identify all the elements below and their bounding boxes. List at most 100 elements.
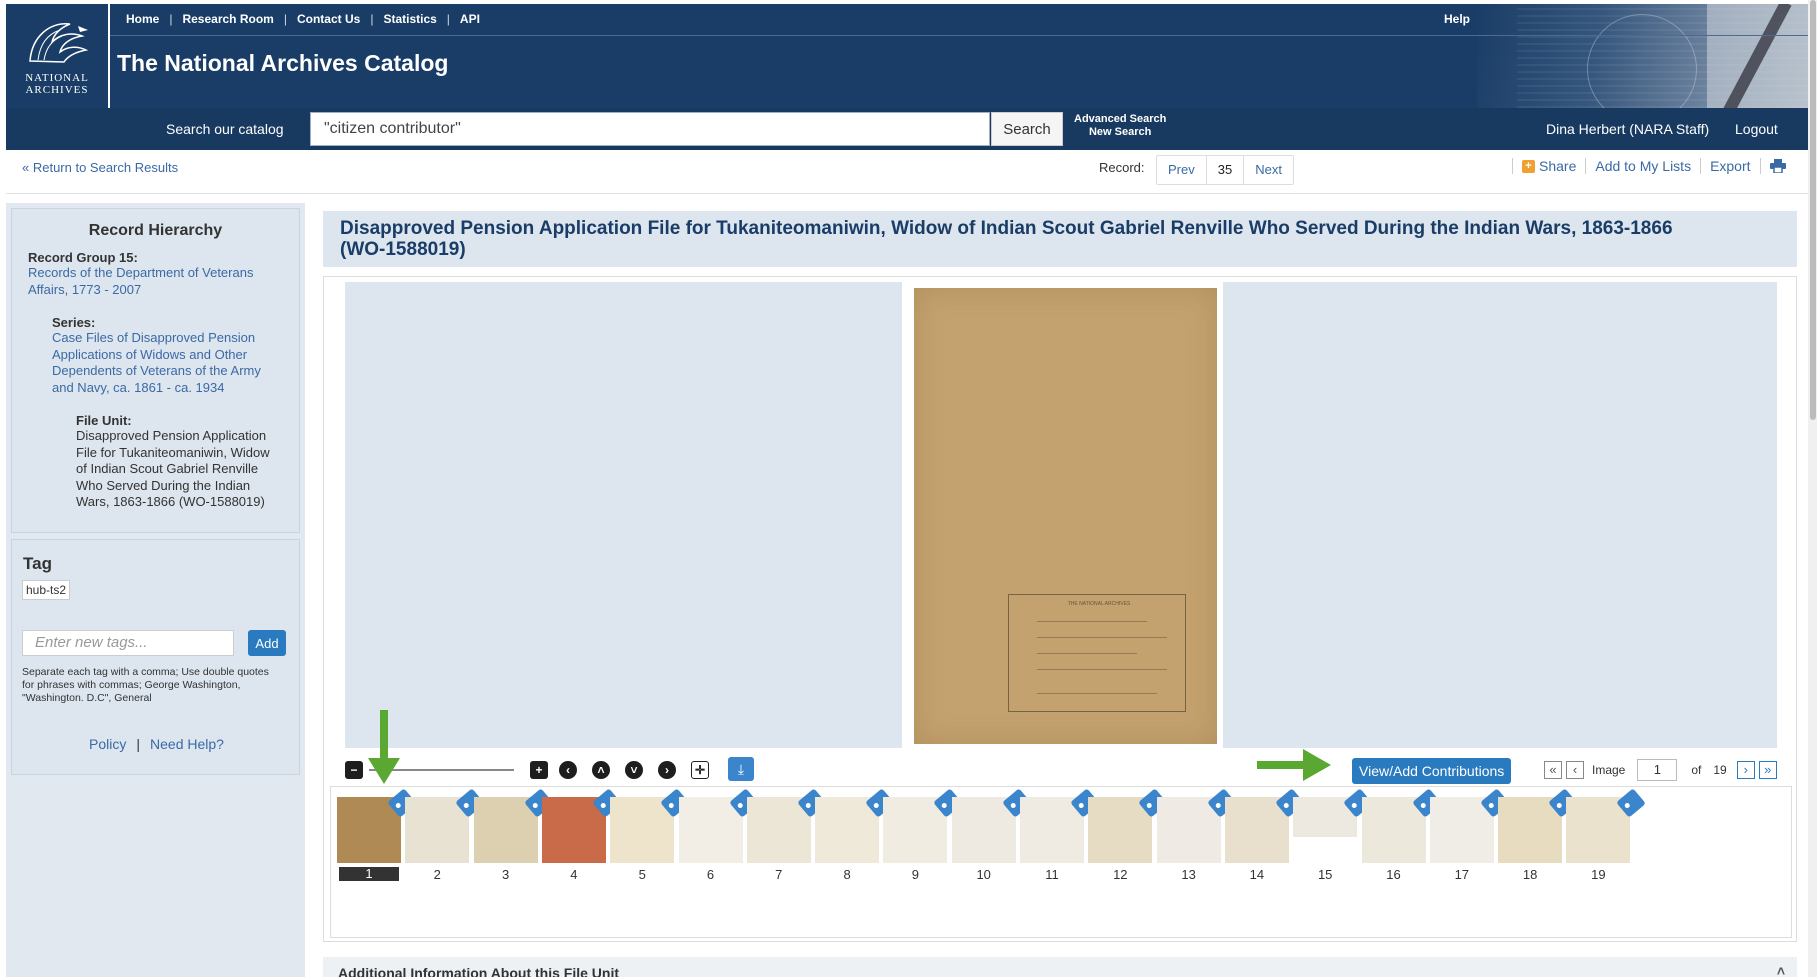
share-link[interactable]: Share bbox=[1539, 158, 1576, 174]
download-icon[interactable]: ⤓ bbox=[728, 757, 754, 781]
new-tag-input[interactable]: Enter new tags... bbox=[22, 630, 234, 656]
thumbnail-image[interactable] bbox=[337, 788, 417, 863]
fit-screen-icon[interactable]: ✛ bbox=[691, 761, 709, 779]
next-record-button[interactable]: Next bbox=[1244, 156, 1293, 184]
zoom-in-icon[interactable]: + bbox=[530, 761, 548, 779]
series-link[interactable]: Case Files of Disapproved Pension Applic… bbox=[52, 330, 299, 396]
prev-record-button[interactable]: Prev bbox=[1157, 156, 1207, 184]
policy-link[interactable]: Policy bbox=[89, 736, 126, 752]
thumbnail-image[interactable] bbox=[541, 788, 622, 863]
thumbnail-image[interactable] bbox=[405, 788, 486, 863]
advanced-search-link[interactable]: Advanced Search bbox=[1074, 113, 1166, 126]
action-divider bbox=[1512, 158, 1513, 174]
thumbnail-image[interactable] bbox=[815, 788, 895, 863]
last-image-icon[interactable]: » bbox=[1758, 761, 1777, 779]
thumbnail-image[interactable] bbox=[610, 788, 691, 863]
thumbnail-number[interactable]: 13 bbox=[1159, 867, 1219, 882]
document-image[interactable]: THE NATIONAL ARCHIVES bbox=[914, 288, 1217, 744]
rotate-left-icon[interactable]: ‹ bbox=[559, 761, 577, 779]
thumbnail-image[interactable] bbox=[1429, 788, 1510, 863]
help-link[interactable]: Help bbox=[1444, 12, 1470, 26]
add-to-my-lists-link[interactable]: Add to My Lists bbox=[1595, 158, 1691, 174]
thumbnail-number[interactable]: 2 bbox=[407, 867, 467, 882]
tag-help-line: for phrases with commas; George Washingt… bbox=[22, 679, 241, 691]
rotate-right-icon[interactable]: › bbox=[658, 761, 676, 779]
thumbnail-number[interactable]: 11 bbox=[1022, 867, 1082, 882]
arrow-up-icon[interactable]: ˄ bbox=[592, 761, 610, 779]
thumbnail-number[interactable]: 14 bbox=[1227, 867, 1287, 882]
thumbnail-image[interactable] bbox=[1088, 788, 1169, 863]
nav-home[interactable]: Home bbox=[116, 12, 169, 26]
thumbnail-number[interactable]: 19 bbox=[1568, 867, 1628, 882]
additional-info-header[interactable]: Additional Information About this File U… bbox=[323, 957, 1797, 977]
thumbnail-number[interactable]: 12 bbox=[1090, 867, 1150, 882]
thumbnail-image[interactable] bbox=[951, 788, 1032, 863]
logo-text-national: NATIONAL bbox=[25, 72, 89, 84]
search-bar: Search our catalog "citizen contributor"… bbox=[6, 108, 1817, 150]
next-image-icon[interactable]: › bbox=[1736, 761, 1755, 779]
user-name[interactable]: Dina Herbert (NARA Staff) bbox=[1546, 121, 1709, 137]
prev-image-icon[interactable]: ‹ bbox=[1566, 761, 1584, 779]
thumbnail-number[interactable]: 10 bbox=[954, 867, 1014, 882]
thumbnail-number[interactable]: 4 bbox=[544, 867, 604, 882]
record-title-line: (WO-1588019) bbox=[340, 239, 466, 260]
thumbnail-image[interactable] bbox=[746, 788, 827, 863]
thumbnail-number[interactable]: 16 bbox=[1364, 867, 1424, 882]
nav-statistics[interactable]: Statistics bbox=[373, 12, 446, 26]
view-add-contributions-button[interactable]: View/Add Contributions bbox=[1352, 758, 1512, 784]
thumbnail-image[interactable] bbox=[1293, 788, 1374, 837]
new-search-link[interactable]: New Search bbox=[1074, 126, 1166, 139]
record-group-line: Affairs, 1773 - 2007 bbox=[28, 281, 142, 297]
thumbnail-image[interactable] bbox=[473, 788, 554, 863]
thumbnail-number[interactable]: 17 bbox=[1432, 867, 1492, 882]
series-line: Applications of Widows and Other bbox=[52, 346, 248, 362]
site-title[interactable]: The National Archives Catalog bbox=[117, 50, 448, 77]
thumbnail-number[interactable]: 9 bbox=[885, 867, 945, 882]
add-tag-button[interactable]: Add bbox=[248, 630, 286, 656]
viewer-stage[interactable]: THE NATIONAL ARCHIVES bbox=[345, 282, 1777, 748]
thumbnail-image[interactable] bbox=[1020, 788, 1100, 863]
scrollbar-thumb[interactable] bbox=[1810, 0, 1816, 420]
thumbnail-image[interactable] bbox=[1566, 788, 1647, 863]
arrow-down-icon[interactable]: ˅ bbox=[625, 761, 643, 779]
viewer-toolbar: − + ‹ ˄ ˅ › ✛ ⤓ View/Add Contributions «… bbox=[345, 755, 1777, 789]
need-help-link[interactable]: Need Help? bbox=[150, 736, 224, 752]
zoom-out-icon[interactable]: − bbox=[345, 761, 363, 779]
logout-link[interactable]: Logout bbox=[1735, 121, 1778, 137]
thumbnail-number[interactable]: 8 bbox=[817, 867, 877, 882]
nav-api[interactable]: API bbox=[450, 12, 490, 26]
thumbnail-image[interactable] bbox=[1498, 788, 1578, 863]
thumbnail-number[interactable]: 1 bbox=[339, 867, 399, 881]
thumbnail-image[interactable] bbox=[1361, 788, 1442, 863]
nav-research-room[interactable]: Research Room bbox=[172, 12, 283, 26]
nav-contact-us[interactable]: Contact Us bbox=[287, 12, 370, 26]
export-link[interactable]: Export bbox=[1710, 158, 1750, 174]
image-number-input[interactable]: 1 bbox=[1637, 759, 1678, 781]
return-to-results-link[interactable]: « Return to Search Results bbox=[22, 160, 178, 175]
first-image-icon[interactable]: « bbox=[1544, 761, 1562, 779]
thumbnail-number[interactable]: 15 bbox=[1295, 867, 1355, 882]
thumbnail-number[interactable]: 6 bbox=[681, 867, 741, 882]
tag-help-line: "Washington. D.C", General bbox=[22, 692, 152, 704]
additional-info-title: Additional Information About this File U… bbox=[338, 965, 620, 977]
thumbnail-image[interactable] bbox=[1224, 788, 1305, 863]
thumbnail-number[interactable]: 3 bbox=[476, 867, 536, 882]
thumbnail-image[interactable] bbox=[678, 788, 759, 863]
thumbnail-number[interactable]: 18 bbox=[1500, 867, 1560, 882]
thumbnail-image[interactable] bbox=[1156, 788, 1237, 863]
tag-icon[interactable] bbox=[1616, 788, 1647, 818]
thumbnail-image[interactable] bbox=[883, 788, 964, 863]
thumbnail-number[interactable]: 7 bbox=[749, 867, 809, 882]
tag-links: Policy | Need Help? bbox=[12, 736, 301, 752]
action-divider bbox=[1700, 158, 1702, 174]
search-input[interactable]: "citizen contributor" bbox=[310, 112, 990, 146]
chevron-up-icon[interactable]: ˄ bbox=[1777, 963, 1785, 977]
thumbnail-number[interactable]: 5 bbox=[612, 867, 672, 882]
print-icon[interactable] bbox=[1769, 159, 1786, 173]
search-button[interactable]: Search bbox=[991, 112, 1063, 146]
record-group-link[interactable]: Records of the Department of Veterans Af… bbox=[28, 265, 299, 298]
search-input-value: "citizen contributor" bbox=[324, 120, 461, 137]
national-archives-logo[interactable]: NATIONAL ARCHIVES bbox=[6, 4, 110, 108]
tag-chip[interactable]: hub-ts2 bbox=[22, 580, 71, 600]
tag-panel-title: Tag bbox=[23, 554, 52, 573]
